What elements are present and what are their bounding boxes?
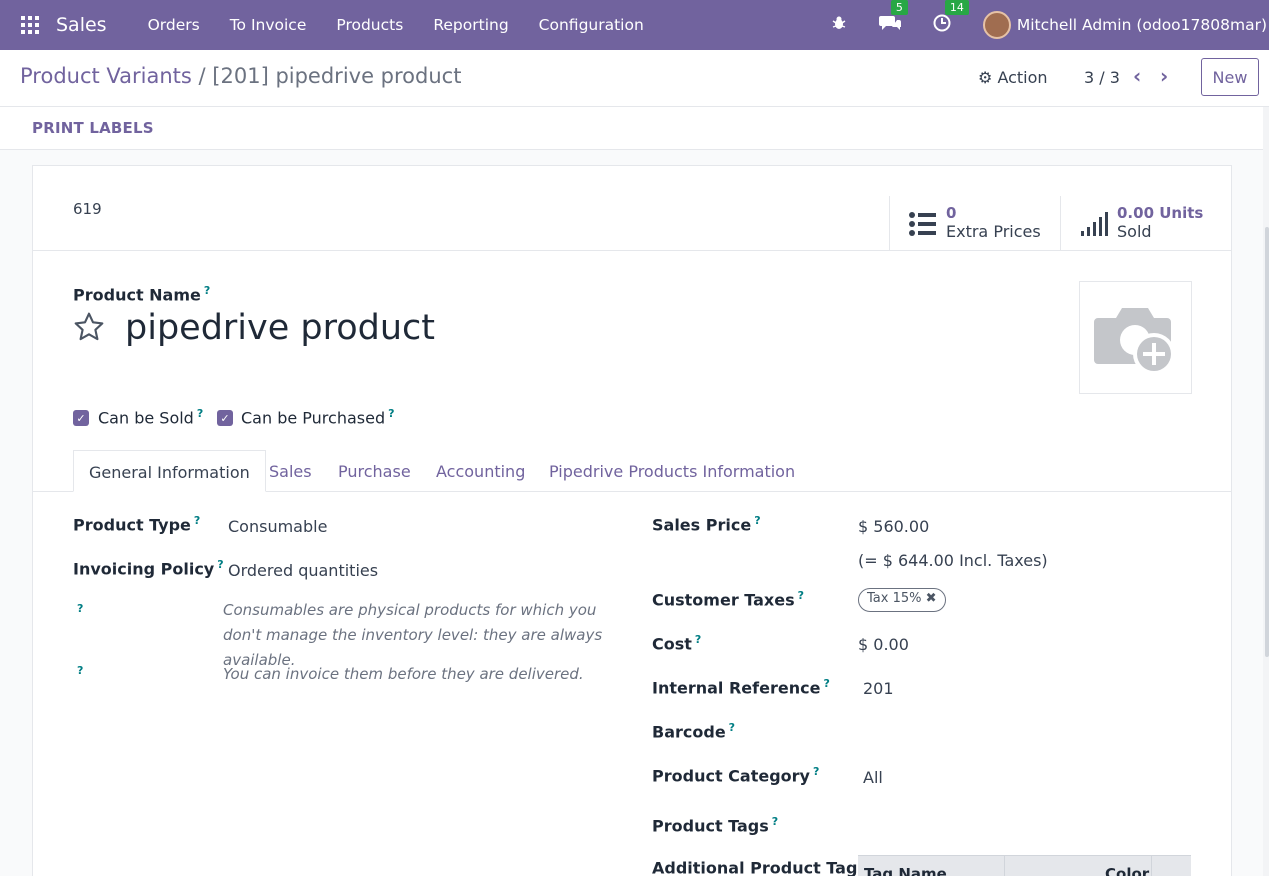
cost-field[interactable]: $ 0.00 [858,635,909,654]
app-name[interactable]: Sales [56,14,107,36]
top-navbar: Sales Orders To Invoice Products Reporti… [0,0,1269,50]
control-panel: Product Variants / [201] pipedrive produ… [0,50,1269,107]
breadcrumb: Product Variants / [201] pipedrive produ… [20,64,461,88]
internal-reference-field[interactable]: 201 [863,679,894,698]
product-name-label: Product Name? [73,284,211,305]
tab-pipedrive-products-information[interactable]: Pipedrive Products Information [534,450,810,492]
messages-badge: 5 [890,0,908,15]
menu-orders[interactable]: Orders [148,16,200,34]
can-be-purchased-label: Can be Purchased? [241,407,395,428]
tab-sales[interactable]: Sales [254,450,327,492]
print-labels-button[interactable]: PRINT LABELS [32,119,154,137]
product-name-field[interactable]: pipedrive product [125,308,435,348]
star-favorite-icon[interactable] [73,311,105,343]
signal-bars-icon [1081,212,1108,236]
tab-accounting[interactable]: Accounting [421,450,540,492]
breadcrumb-parent[interactable]: Product Variants [20,64,192,88]
debug-bug-icon[interactable] [831,15,847,35]
invoicing-policy-label: Invoicing Policy? [73,558,224,579]
notebook-tabs: General Information Sales Purchase Accou… [33,450,1231,492]
menu-to-invoice[interactable]: To Invoice [230,16,307,34]
user-menu[interactable]: Mitchell Admin (odoo17808mar) [1017,16,1267,34]
gear-icon: ⚙ [978,68,993,87]
product-image-upload[interactable] [1079,281,1192,394]
help-marker: ? [77,602,84,615]
chevron-left-icon[interactable]: ‹ [1133,64,1141,88]
sales-price-incl-taxes: (= $ 644.00 Incl. Taxes) [858,551,1048,570]
units-sold-value: 0.00 Units [1117,204,1204,222]
apps-menu-icon[interactable] [0,0,60,50]
user-avatar[interactable] [982,11,1011,39]
breadcrumb-separator: / [198,64,206,88]
page-scrollbar[interactable] [1263,107,1269,876]
camera-add-icon [1094,308,1175,375]
messages-icon[interactable]: 5 [878,0,908,36]
status-bar: PRINT LABELS [0,107,1269,150]
internal-reference-label: Internal Reference? [652,677,830,698]
breadcrumb-current: [201] pipedrive product [212,64,462,88]
help-marker: ? [77,664,84,677]
extra-prices-value: 0 [946,204,957,222]
can-be-sold-label: Can be Sold? [98,407,204,428]
list-icon [909,212,936,236]
main-menu: Orders To Invoice Products Reporting Con… [133,16,659,34]
extra-prices-label: Extra Prices [946,222,1041,241]
tab-general-information[interactable]: General Information [73,450,266,492]
remove-tag-icon[interactable]: ✖ [926,591,937,606]
customer-taxes-label: Customer Taxes? [652,589,805,610]
column-color[interactable]: Color [1105,865,1149,876]
sales-price-field[interactable]: $ 560.00 [858,517,929,536]
units-sold-button[interactable]: 0.00 Units Sold [1060,196,1231,251]
tab-purchase[interactable]: Purchase [323,450,426,492]
cost-label: Cost? [652,633,702,654]
tax-tag[interactable]: Tax 15% ✖ [858,588,946,612]
additional-product-tag-label: Additional Product Tag? [652,857,867,876]
product-category-field[interactable]: All [863,768,883,787]
menu-reporting[interactable]: Reporting [433,16,508,34]
record-id: 619 [73,200,102,218]
activities-clock-icon[interactable]: 14 [933,0,969,36]
units-sold-label: Sold [1117,222,1152,241]
action-label: Action [997,68,1048,87]
chevron-right-icon[interactable]: › [1160,64,1168,88]
column-tag-name[interactable]: Tag Name [864,865,947,876]
invoicing-policy-field[interactable]: Ordered quantities [228,561,378,580]
product-type-label: Product Type? [73,514,201,535]
menu-configuration[interactable]: Configuration [539,16,644,34]
can-be-purchased-checkbox[interactable]: ✓ [217,410,233,426]
can-be-sold-checkbox[interactable]: ✓ [73,410,89,426]
menu-products[interactable]: Products [336,16,403,34]
new-button[interactable]: New [1201,58,1259,96]
extra-prices-button[interactable]: 0 Extra Prices [889,196,1060,251]
product-tags-label: Product Tags? [652,815,779,836]
action-menu-button[interactable]: ⚙ Action [978,68,1048,87]
product-type-field[interactable]: Consumable [228,517,327,536]
barcode-label: Barcode? [652,721,736,742]
sales-price-label: Sales Price? [652,514,761,535]
activities-badge: 14 [944,0,969,15]
product-category-label: Product Category? [652,765,820,786]
form-sheet: 619 0 Extra Prices 0.00 Units Sold Produ… [32,165,1232,876]
tag-table-header: Tag Name Color [858,855,1191,876]
invoice-help-text: You can invoice them before they are del… [223,665,584,683]
pager-value[interactable]: 3 / 3 [1084,68,1120,87]
button-box: 619 0 Extra Prices 0.00 Units Sold [33,166,1231,251]
